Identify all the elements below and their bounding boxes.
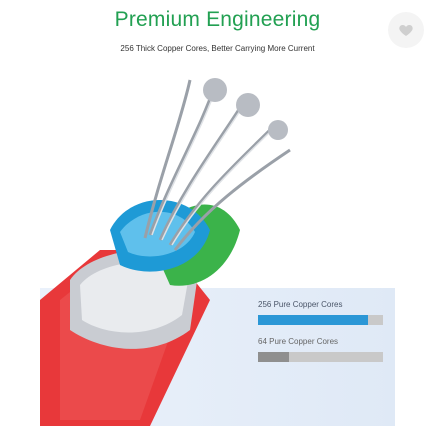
stats: 256 Pure Copper Cores 64 Pure Copper Cor… [258,300,388,374]
bar-fill-64 [258,352,290,362]
page-title: Premium Engineering [114,8,321,31]
cable-illustration [40,78,291,426]
stat-label: 256 Pure Copper Cores [258,300,343,309]
bar-track [258,352,383,362]
bar-track [258,315,383,325]
page-subtitle: 256 Thick Copper Cores, Better Carrying … [120,44,315,53]
bar-fill-256 [258,315,368,325]
heart-icon [399,25,413,36]
stat-label: 64 Pure Copper Cores [258,337,339,346]
favorite-button[interactable] [388,12,424,48]
